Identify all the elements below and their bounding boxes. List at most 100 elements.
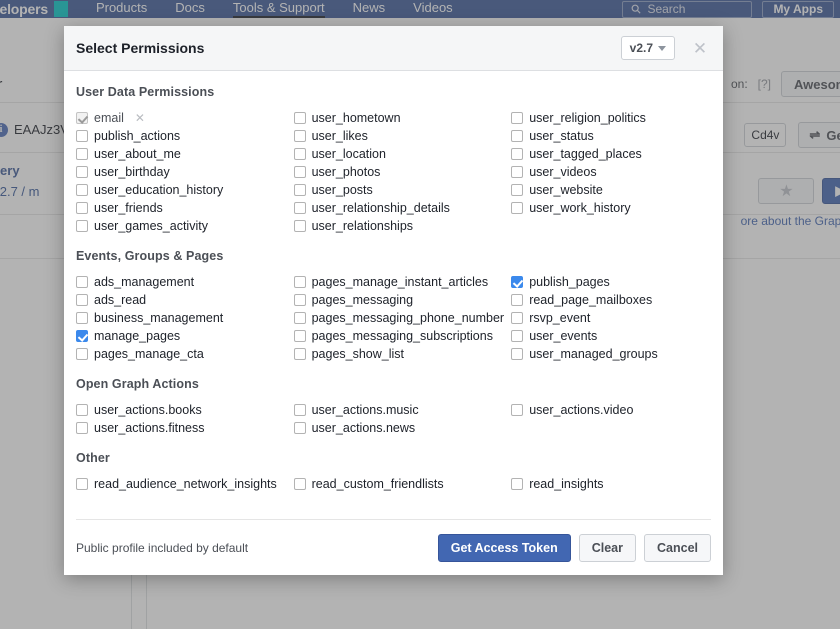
permission-checkbox-row[interactable]: user_friends bbox=[76, 199, 294, 217]
permission-checkbox-row[interactable]: user_hometown bbox=[293, 109, 512, 127]
permission-checkbox-row[interactable]: pages_manage_instant_articles bbox=[293, 273, 512, 291]
permission-checkbox[interactable] bbox=[511, 276, 524, 288]
permission-checkbox-row[interactable]: user_birthday bbox=[76, 163, 294, 181]
permission-checkbox-row[interactable]: ads_management bbox=[76, 273, 294, 291]
permission-checkbox[interactable] bbox=[293, 276, 306, 288]
permission-checkbox[interactable] bbox=[511, 130, 524, 142]
permission-checkbox[interactable] bbox=[76, 276, 88, 288]
permission-checkbox-row[interactable]: user_actions.music bbox=[293, 401, 512, 419]
permission-label: user_relationships bbox=[311, 219, 414, 233]
permission-column: read_audience_network_insights bbox=[76, 475, 294, 493]
permission-checkbox[interactable] bbox=[76, 404, 88, 416]
permission-checkbox[interactable] bbox=[76, 330, 88, 342]
permission-checkbox-row[interactable]: user_actions.video bbox=[511, 401, 709, 419]
permission-checkbox[interactable] bbox=[511, 294, 524, 306]
permission-checkbox-row[interactable]: user_videos bbox=[511, 163, 709, 181]
permission-checkbox-row[interactable]: pages_messaging_subscriptions bbox=[293, 327, 512, 345]
permission-checkbox-row[interactable]: user_actions.fitness bbox=[76, 419, 294, 437]
permission-checkbox[interactable] bbox=[293, 166, 306, 178]
permission-checkbox[interactable] bbox=[76, 184, 88, 196]
permission-checkbox[interactable] bbox=[76, 112, 88, 124]
permission-checkbox[interactable] bbox=[76, 478, 88, 490]
permission-checkbox-row[interactable]: ads_read bbox=[76, 291, 294, 309]
permission-checkbox-row[interactable]: user_religion_politics bbox=[511, 109, 709, 127]
permission-checkbox-row[interactable]: pages_manage_cta bbox=[76, 345, 294, 363]
permission-checkbox[interactable] bbox=[293, 130, 306, 142]
permission-checkbox-row[interactable]: user_relationships bbox=[293, 217, 512, 235]
permission-checkbox-row[interactable]: read_page_mailboxes bbox=[511, 291, 709, 309]
permission-checkbox-row[interactable]: read_audience_network_insights bbox=[76, 475, 294, 493]
permission-checkbox-row[interactable]: user_relationship_details bbox=[293, 199, 512, 217]
section-title: Open Graph Actions bbox=[76, 377, 199, 391]
close-icon[interactable]: ✕ bbox=[687, 35, 713, 61]
permission-checkbox[interactable] bbox=[76, 166, 88, 178]
permission-checkbox[interactable] bbox=[293, 294, 306, 306]
permission-checkbox-row[interactable]: publish_actions bbox=[76, 127, 294, 145]
permission-checkbox[interactable] bbox=[293, 478, 306, 490]
dialog-header: Select Permissions v2.7 ✕ bbox=[64, 26, 723, 71]
permission-checkbox-row[interactable]: read_custom_friendlists bbox=[293, 475, 512, 493]
permission-checkbox[interactable] bbox=[293, 220, 306, 232]
permission-checkbox-row[interactable]: manage_pages bbox=[76, 327, 294, 345]
permission-checkbox[interactable] bbox=[511, 478, 524, 490]
permission-checkbox[interactable] bbox=[76, 130, 88, 142]
permission-checkbox[interactable] bbox=[76, 348, 88, 360]
permission-label: read_page_mailboxes bbox=[529, 293, 653, 307]
permission-checkbox[interactable] bbox=[511, 184, 524, 196]
permission-checkbox[interactable] bbox=[76, 312, 88, 324]
permission-checkbox-row[interactable]: email ✕ bbox=[76, 109, 294, 127]
permission-checkbox-row[interactable]: user_events bbox=[511, 327, 709, 345]
permission-checkbox-row[interactable]: rsvp_event bbox=[511, 309, 709, 327]
permission-checkbox-row[interactable]: user_posts bbox=[293, 181, 512, 199]
permission-checkbox[interactable] bbox=[511, 166, 524, 178]
permission-checkbox-row[interactable]: user_actions.books bbox=[76, 401, 294, 419]
permission-checkbox-row[interactable]: pages_messaging bbox=[293, 291, 512, 309]
remove-permission-icon[interactable]: ✕ bbox=[135, 112, 145, 124]
permission-checkbox-row[interactable]: user_about_me bbox=[76, 145, 294, 163]
clear-button[interactable]: Clear bbox=[578, 533, 636, 562]
permission-checkbox-row[interactable]: user_education_history bbox=[76, 181, 294, 199]
permission-checkbox-row[interactable]: publish_pages bbox=[511, 273, 709, 291]
permission-checkbox[interactable] bbox=[76, 202, 88, 214]
permission-label: user_events bbox=[529, 329, 598, 343]
permission-checkbox[interactable] bbox=[76, 294, 88, 306]
permission-checkbox[interactable] bbox=[76, 220, 88, 232]
api-version-dropdown[interactable]: v2.7 bbox=[620, 36, 675, 60]
permission-checkbox-row[interactable]: user_work_history bbox=[511, 199, 709, 217]
get-access-token-button[interactable]: Get Access Token bbox=[437, 533, 571, 562]
permission-checkbox[interactable] bbox=[511, 148, 524, 160]
permission-columns: ads_management ads_read business_managemen… bbox=[76, 273, 709, 363]
permission-checkbox-row[interactable]: user_tagged_places bbox=[511, 145, 709, 163]
permission-checkbox[interactable] bbox=[511, 404, 524, 416]
permission-checkbox[interactable] bbox=[293, 404, 306, 416]
permission-checkbox-row[interactable]: pages_show_list bbox=[293, 345, 512, 363]
permission-checkbox[interactable] bbox=[293, 312, 306, 324]
permission-checkbox-row[interactable]: user_location bbox=[293, 145, 512, 163]
cancel-button[interactable]: Cancel bbox=[644, 533, 711, 562]
permission-checkbox-row[interactable]: pages_messaging_phone_number bbox=[293, 309, 512, 327]
permission-checkbox[interactable] bbox=[511, 202, 524, 214]
permission-checkbox-row[interactable]: user_games_activity bbox=[76, 217, 294, 235]
permission-checkbox[interactable] bbox=[293, 148, 306, 160]
permission-checkbox-row[interactable]: user_managed_groups bbox=[511, 345, 709, 363]
permission-checkbox[interactable] bbox=[293, 330, 306, 342]
permission-checkbox-row[interactable]: user_photos bbox=[293, 163, 512, 181]
permission-checkbox[interactable] bbox=[293, 112, 306, 124]
permission-checkbox-row[interactable]: read_insights bbox=[511, 475, 709, 493]
permission-checkbox[interactable] bbox=[511, 112, 524, 124]
permission-checkbox[interactable] bbox=[511, 330, 524, 342]
permission-checkbox[interactable] bbox=[76, 148, 88, 160]
permission-checkbox[interactable] bbox=[76, 422, 88, 434]
permission-checkbox-row[interactable]: user_website bbox=[511, 181, 709, 199]
permission-checkbox-row[interactable]: user_status bbox=[511, 127, 709, 145]
permission-checkbox[interactable] bbox=[293, 184, 306, 196]
permission-label: pages_manage_cta bbox=[94, 347, 204, 361]
permission-checkbox-row[interactable]: business_management bbox=[76, 309, 294, 327]
permission-checkbox-row[interactable]: user_actions.news bbox=[293, 419, 512, 437]
permission-checkbox[interactable] bbox=[293, 202, 306, 214]
permission-checkbox[interactable] bbox=[293, 422, 306, 434]
permission-checkbox-row[interactable]: user_likes bbox=[293, 127, 512, 145]
permission-checkbox[interactable] bbox=[293, 348, 306, 360]
permission-checkbox[interactable] bbox=[511, 312, 524, 324]
permission-checkbox[interactable] bbox=[511, 348, 524, 360]
